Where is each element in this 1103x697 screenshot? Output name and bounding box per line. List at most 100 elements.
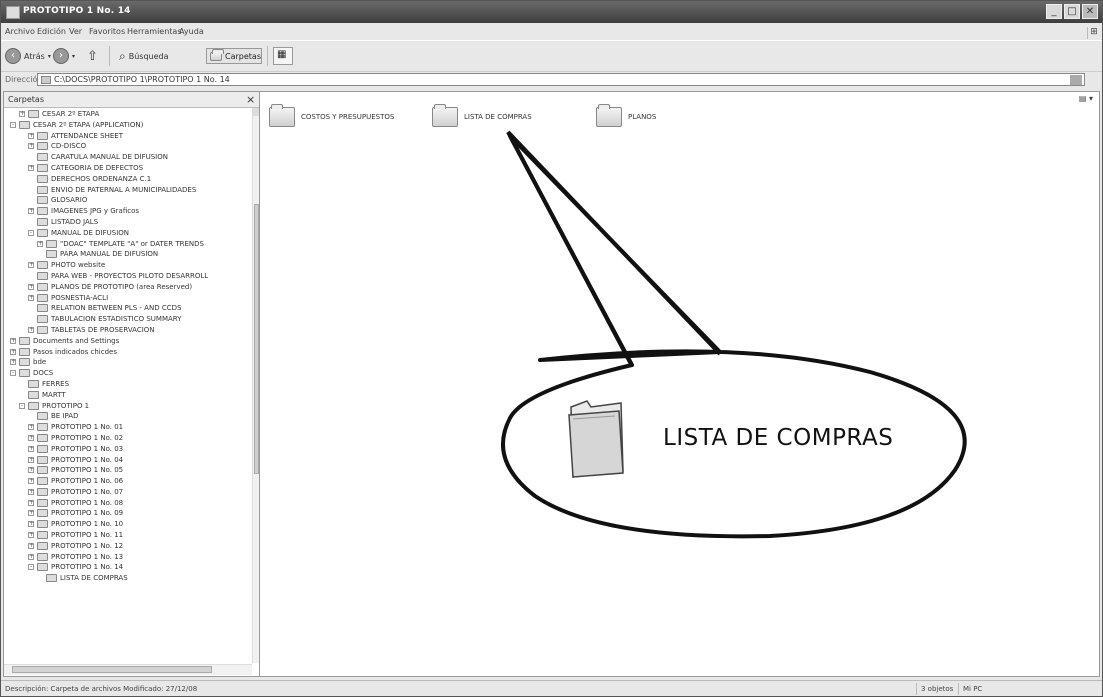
tree-item[interactable]: + PROTOTIPO 1 No. 10 (4, 519, 252, 530)
expand-icon[interactable]: + (28, 283, 34, 290)
tree-item[interactable]: + PROTOTIPO 1 No. 12 (4, 541, 252, 552)
tree-item[interactable]: RELATION BETWEEN PLS - AND CCDS (4, 303, 252, 314)
minimize-button[interactable]: _ (1046, 4, 1062, 19)
folder-item-costos[interactable]: COSTOS Y PRESUPUESTOS (269, 104, 394, 127)
tree-item[interactable]: + PHOTO website (4, 260, 252, 271)
tree-item[interactable]: + POSNESTIA-ACLI (4, 293, 252, 304)
tree-item[interactable]: BE IPAD (4, 411, 252, 422)
tree-item[interactable]: - CESAR 2º ETAPA (APPLICATION) (4, 120, 252, 131)
tree-item[interactable]: CARATULA MANUAL DE DIFUSION (4, 152, 252, 163)
tree-item[interactable]: + PROTOTIPO 1 No. 03 (4, 444, 252, 455)
expand-icon[interactable]: + (37, 240, 43, 247)
expand-icon[interactable]: + (19, 111, 25, 117)
expand-icon[interactable]: + (28, 424, 34, 431)
tree-item[interactable]: + PROTOTIPO 1 No. 05 (4, 465, 252, 476)
tree-item[interactable]: - MANUAL DE DIFUSION (4, 228, 252, 239)
expand-icon[interactable]: + (10, 359, 16, 366)
expand-icon[interactable]: + (28, 542, 34, 549)
dropdown-arrow-icon[interactable] (1070, 75, 1082, 85)
collapse-icon[interactable]: - (19, 402, 25, 409)
tree-item[interactable]: LISTADO JALS (4, 217, 252, 228)
expand-icon[interactable]: + (28, 445, 34, 452)
view-toggle-icon[interactable]: ▤ ▾ (1079, 94, 1093, 103)
menu-herramientas[interactable]: Herramientas (127, 27, 182, 36)
expand-icon[interactable]: + (28, 132, 34, 139)
tree-item[interactable]: FERRES (4, 379, 252, 390)
expand-icon[interactable]: + (28, 294, 34, 301)
collapse-icon[interactable]: - (28, 564, 34, 571)
tree-horizontal-scrollbar[interactable] (4, 664, 252, 675)
expand-icon[interactable]: + (28, 532, 34, 539)
folder-item-lista-de-compras[interactable]: LISTA DE COMPRAS (432, 104, 532, 127)
menu-edicion[interactable]: Edición (37, 27, 66, 36)
tree-item[interactable]: + PROTOTIPO 1 No. 01 (4, 422, 252, 433)
tree-item[interactable]: + PROTOTIPO 1 No. 11 (4, 530, 252, 541)
expand-icon[interactable]: + (28, 553, 34, 560)
tree-item[interactable]: DERECHOS ORDENANZA C.1 (4, 174, 252, 185)
tree-item[interactable]: + PROTOTIPO 1 No. 07 (4, 487, 252, 498)
expand-icon[interactable]: + (28, 488, 34, 495)
tree-item[interactable]: + IMAGENES JPG y Graficos (4, 206, 252, 217)
tree-item[interactable]: - PROTOTIPO 1 No. 14 (4, 562, 252, 573)
tree-item[interactable]: + CATEGORIA DE DEFECTOS (4, 163, 252, 174)
tree-item[interactable]: + "DOAC" TEMPLATE "A" or DATER TRENDS (4, 239, 252, 250)
expand-icon[interactable]: + (28, 499, 34, 506)
tree-item[interactable]: + CESAR 2º ETAPA (4, 109, 252, 120)
tree-item[interactable]: TABULACION ESTADISTICO SUMMARY (4, 314, 252, 325)
menu-favoritos[interactable]: Favoritos (89, 27, 125, 36)
tree-item[interactable]: + PROTOTIPO 1 No. 09 (4, 508, 252, 519)
scrollbar-thumb[interactable] (254, 204, 259, 474)
tree-item[interactable]: + PROTOTIPO 1 No. 13 (4, 552, 252, 563)
expand-icon[interactable]: + (28, 510, 34, 517)
maximize-button[interactable]: □ (1064, 4, 1080, 19)
search-button[interactable]: ⌕ Búsqueda (119, 47, 169, 65)
tree-item[interactable]: + TABLETAS DE PROSERVACION (4, 325, 252, 336)
tree-item[interactable]: GLOSARIO (4, 195, 252, 206)
expand-icon[interactable]: + (28, 478, 34, 485)
tree-item[interactable]: + PROTOTIPO 1 No. 04 (4, 455, 252, 466)
expand-icon[interactable]: + (28, 326, 34, 333)
tree-vertical-scrollbar[interactable] (252, 108, 259, 663)
scrollbar-thumb[interactable] (12, 666, 212, 673)
tree-item[interactable]: ENVIO DE PATERNAL A MUNICIPALIDADES (4, 185, 252, 196)
expand-icon[interactable]: + (28, 143, 34, 150)
tree-item[interactable]: + PROTOTIPO 1 No. 08 (4, 498, 252, 509)
tree-item[interactable]: + Documents and Settings (4, 336, 252, 347)
expand-icon[interactable]: + (28, 456, 34, 463)
expand-icon[interactable]: + (28, 467, 34, 474)
tree-item[interactable]: + CD-DISCO (4, 141, 252, 152)
tree-item[interactable]: MARTT (4, 390, 252, 401)
expand-icon[interactable]: + (10, 337, 16, 344)
address-input[interactable]: C:\DOCS\PROTOTIPO 1\PROTOTIPO 1 No. 14 (37, 73, 1085, 86)
tree-item[interactable]: + Pasos indicados chicdes (4, 347, 252, 358)
folder-item-planos[interactable]: PLANOS (596, 104, 656, 127)
expand-icon[interactable]: + (28, 262, 34, 269)
expand-icon[interactable]: + (28, 208, 34, 215)
title-bar[interactable]: PROTOTIPO 1 No. 14 _ □ ✕ (1, 1, 1102, 23)
expand-icon[interactable]: + (28, 434, 34, 441)
menu-ver[interactable]: Ver (69, 27, 82, 36)
menu-archivo[interactable]: Archivo (5, 27, 35, 36)
tree-item[interactable]: - DOCS (4, 368, 252, 379)
tree-item[interactable]: + ATTENDANCE SHEET (4, 131, 252, 142)
tree-item[interactable]: PARA MANUAL DE DIFUSION (4, 249, 252, 260)
collapse-icon[interactable]: - (10, 121, 16, 128)
up-folder-button[interactable]: ⇧ (87, 47, 98, 65)
tree-item[interactable]: + PLANOS DE PROTOTIPO (area Reserved) (4, 282, 252, 293)
tree-item[interactable]: + PROTOTIPO 1 No. 02 (4, 433, 252, 444)
expand-icon[interactable]: + (28, 164, 34, 171)
views-button[interactable]: ▦ (273, 47, 293, 65)
tree-item[interactable]: + bde (4, 357, 252, 368)
collapse-icon[interactable]: - (10, 370, 16, 377)
expand-icon[interactable]: + (10, 348, 16, 355)
menu-ayuda[interactable]: Ayuda (179, 27, 204, 36)
close-button[interactable]: ✕ (1082, 4, 1098, 19)
tree-item[interactable]: - PROTOTIPO 1 (4, 401, 252, 412)
close-pane-icon[interactable]: × (246, 93, 255, 106)
folders-button[interactable]: Carpetas (206, 48, 262, 64)
scroll-up-icon[interactable] (253, 108, 259, 116)
tree-item[interactable]: + PROTOTIPO 1 No. 06 (4, 476, 252, 487)
back-button[interactable]: ‹ Atrás ▾ (5, 47, 51, 65)
tree-item[interactable]: PARA WEB - PROYECTOS PILOTO DESARROLL (4, 271, 252, 282)
expand-icon[interactable]: + (28, 521, 34, 528)
